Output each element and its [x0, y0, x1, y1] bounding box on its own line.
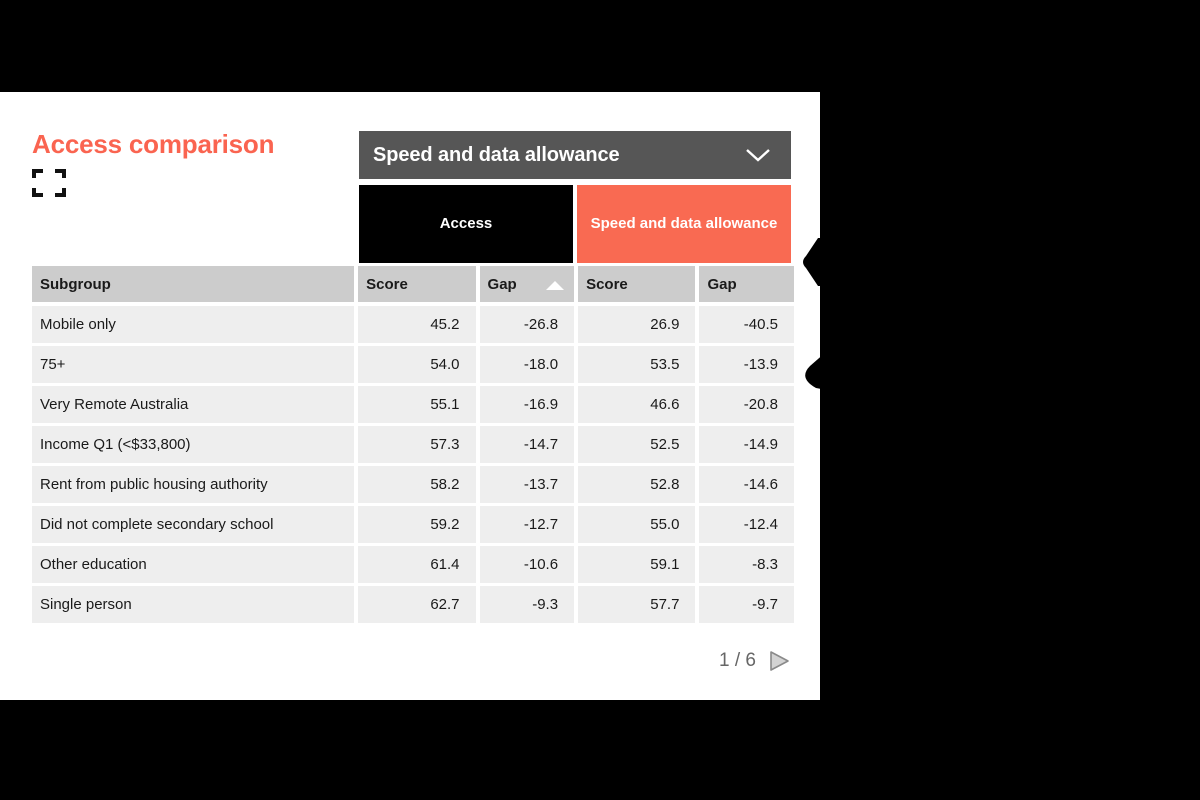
edge-pointer-shape-middle	[800, 348, 820, 396]
cell-subgroup: Very Remote Australia	[32, 386, 355, 423]
cell-access-score: 62.7	[358, 586, 476, 623]
cell-speed-score: 52.8	[578, 466, 696, 503]
cell-access-score: 61.4	[358, 546, 476, 583]
column-header-speed-gap[interactable]: Gap	[699, 266, 794, 302]
table-row[interactable]: 75+ 54.0 -18.0 53.5 -13.9	[32, 346, 794, 383]
cell-access-score: 54.0	[358, 346, 476, 383]
table-row[interactable]: Income Q1 (<$33,800) 57.3 -14.7 52.5 -14…	[32, 426, 794, 463]
measure-dropdown[interactable]: Speed and data allowance	[359, 131, 791, 179]
cell-subgroup: Did not complete secondary school	[32, 506, 355, 543]
table-row[interactable]: Did not complete secondary school 59.2 -…	[32, 506, 794, 543]
column-header-subgroup[interactable]: Subgroup	[32, 266, 355, 302]
cell-subgroup: Rent from public housing authority	[32, 466, 355, 503]
widget-body: Access comparison Speed and data allowan…	[8, 98, 820, 694]
cell-speed-gap: -12.4	[699, 506, 794, 543]
table-header-row: Subgroup Score Gap Score Gap	[32, 266, 794, 302]
table-row[interactable]: Mobile only 45.2 -26.8 26.9 -40.5	[32, 306, 794, 343]
measure-tabs: Access Speed and data allowance	[359, 185, 791, 263]
cell-speed-gap: -14.6	[699, 466, 794, 503]
access-comparison-widget: Access comparison Speed and data allowan…	[0, 92, 820, 700]
chevron-down-icon	[739, 144, 777, 166]
cell-speed-score: 26.9	[578, 306, 696, 343]
cell-subgroup: 75+	[32, 346, 355, 383]
cell-access-score: 57.3	[358, 426, 476, 463]
edge-pointer-shape-top	[800, 238, 820, 286]
page-title: Access comparison	[32, 129, 275, 159]
cell-speed-score: 46.6	[578, 386, 696, 423]
cell-speed-score: 55.0	[578, 506, 696, 543]
cell-subgroup: Mobile only	[32, 306, 355, 343]
cell-speed-gap: -9.7	[699, 586, 794, 623]
cell-access-gap: -13.7	[479, 466, 575, 503]
cell-speed-gap: -20.8	[699, 386, 794, 423]
cell-access-gap: -18.0	[479, 346, 575, 383]
cell-access-gap: -10.6	[479, 546, 575, 583]
cell-access-gap: -12.7	[479, 506, 575, 543]
cell-speed-gap: -14.9	[699, 426, 794, 463]
cell-access-gap: -9.3	[479, 586, 575, 623]
column-header-access-gap[interactable]: Gap	[479, 266, 575, 302]
cell-access-score: 59.2	[358, 506, 476, 543]
table-row[interactable]: Rent from public housing authority 58.2 …	[32, 466, 794, 503]
table-row[interactable]: Other education 61.4 -10.6 59.1 -8.3	[32, 546, 794, 583]
cell-access-score: 45.2	[358, 306, 476, 343]
screenshot-stage: Access comparison Speed and data allowan…	[0, 0, 1200, 800]
cell-access-score: 58.2	[358, 466, 476, 503]
cell-speed-score: 57.7	[578, 586, 696, 623]
column-header-access-gap-label: Gap	[487, 275, 517, 293]
cell-access-gap: -14.7	[479, 426, 575, 463]
cell-access-score: 55.1	[358, 386, 476, 423]
table-row[interactable]: Very Remote Australia 55.1 -16.9 46.6 -2…	[32, 386, 794, 423]
pagination: 1 / 6	[719, 648, 792, 674]
cell-speed-gap: -8.3	[699, 546, 794, 583]
cell-subgroup: Single person	[32, 586, 355, 623]
next-page-button[interactable]	[766, 648, 792, 674]
page-indicator: 1 / 6	[719, 650, 756, 671]
fullscreen-icon[interactable]	[31, 168, 67, 198]
cell-speed-score: 52.5	[578, 426, 696, 463]
table-row[interactable]: Single person 62.7 -9.3 57.7 -9.7	[32, 586, 794, 623]
cell-access-gap: -16.9	[479, 386, 575, 423]
column-header-access-score[interactable]: Score	[358, 266, 476, 302]
cell-speed-score: 59.1	[578, 546, 696, 583]
cell-subgroup: Income Q1 (<$33,800)	[32, 426, 355, 463]
measure-dropdown-value: Speed and data allowance	[373, 143, 620, 166]
column-header-speed-score[interactable]: Score	[578, 266, 696, 302]
sort-ascending-icon	[544, 278, 566, 290]
cell-speed-score: 53.5	[578, 346, 696, 383]
tab-access[interactable]: Access	[359, 185, 573, 263]
cell-access-gap: -26.8	[479, 306, 575, 343]
cell-speed-gap: -40.5	[699, 306, 794, 343]
cell-subgroup: Other education	[32, 546, 355, 583]
cell-speed-gap: -13.9	[699, 346, 794, 383]
tab-speed-and-data-allowance[interactable]: Speed and data allowance	[577, 185, 791, 263]
comparison-table: Subgroup Score Gap Score Gap Mobile only…	[32, 266, 794, 626]
